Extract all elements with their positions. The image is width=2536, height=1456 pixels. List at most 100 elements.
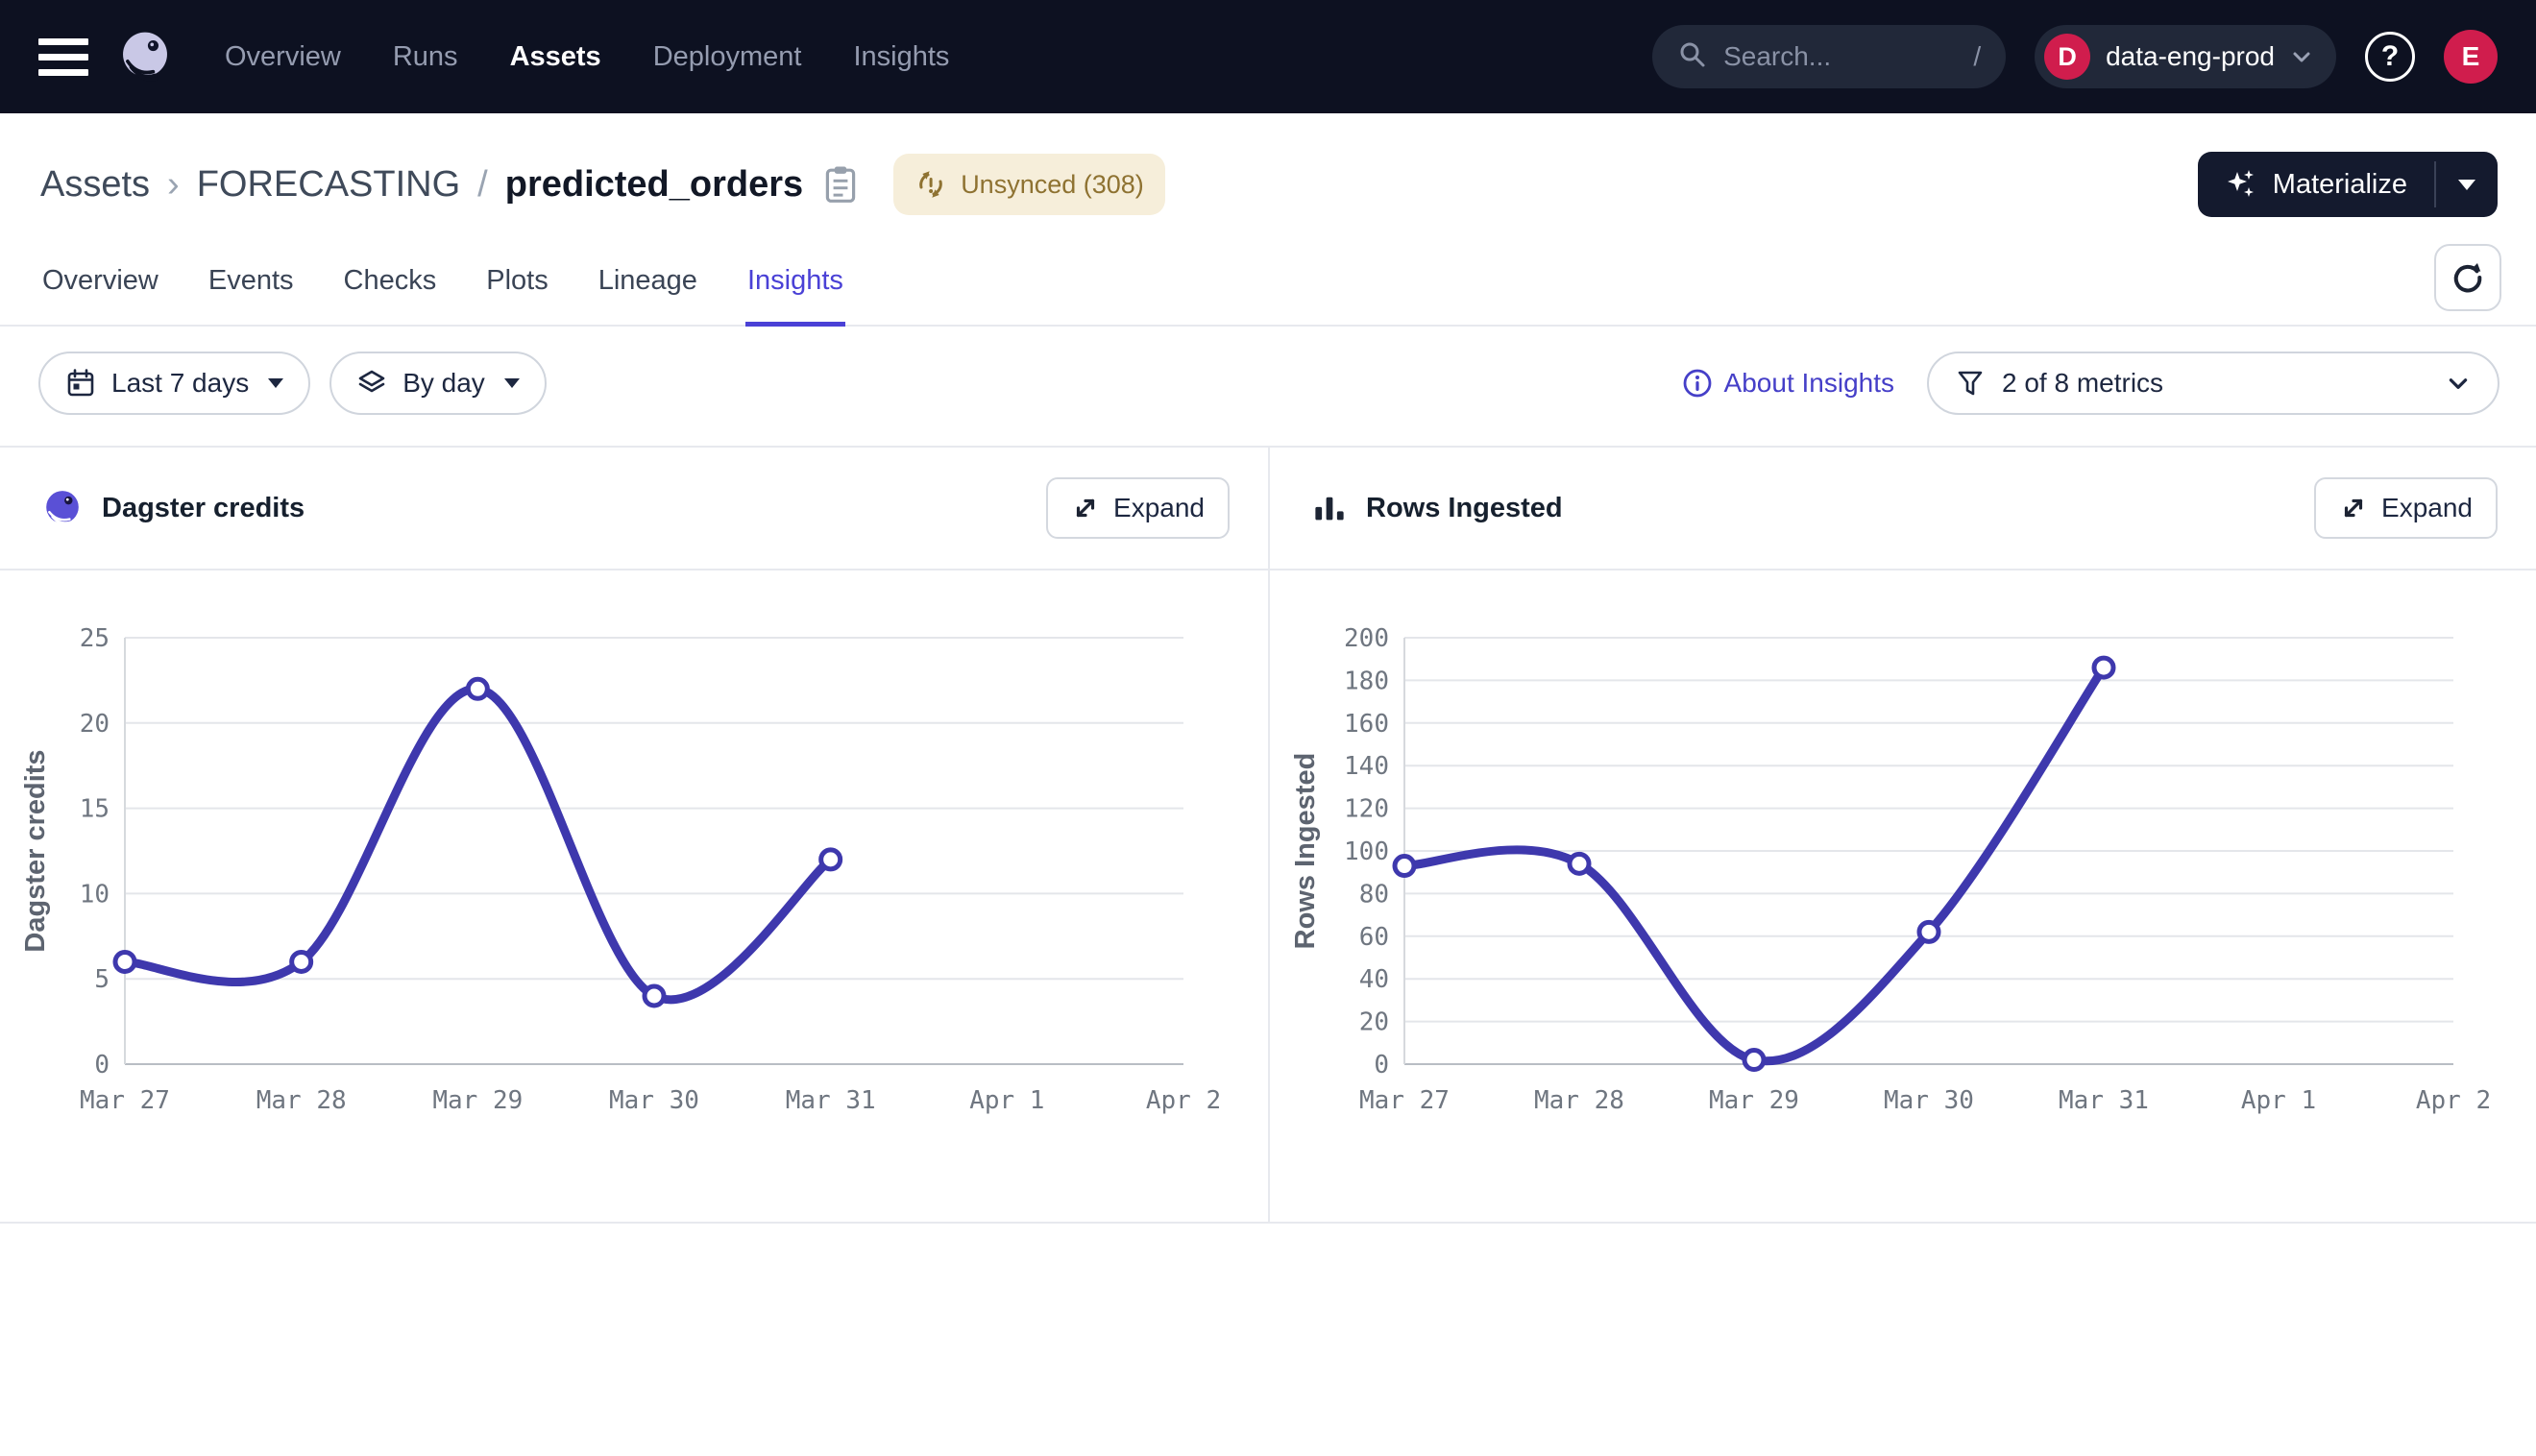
breadcrumb-slash: / <box>477 164 488 206</box>
data-point <box>468 679 487 698</box>
materialize-button[interactable]: Materialize <box>2198 152 2434 217</box>
insights-filter-row: Last 7 days By day About Insights 2 of 8… <box>0 327 2536 415</box>
date-range-label: Last 7 days <box>111 368 249 399</box>
nav-links: Overview Runs Assets Deployment Insights <box>225 41 949 73</box>
expand-icon <box>1071 494 1100 522</box>
nav-link-runs[interactable]: Runs <box>393 41 458 73</box>
tab-overview[interactable]: Overview <box>40 250 160 327</box>
y-tick-label: 100 <box>1344 837 1389 866</box>
series-line <box>1404 667 2104 1061</box>
info-icon <box>1682 368 1713 399</box>
tab-checks[interactable]: Checks <box>342 250 439 327</box>
user-avatar[interactable]: E <box>2444 30 2498 84</box>
date-range-filter[interactable]: Last 7 days <box>38 352 310 415</box>
nav-link-overview[interactable]: Overview <box>225 41 341 73</box>
tab-plots[interactable]: Plots <box>484 250 549 327</box>
tab-lineage[interactable]: Lineage <box>597 250 699 327</box>
refresh-icon <box>2450 259 2486 296</box>
materialize-split-button: Materialize <box>2198 152 2498 217</box>
y-tick-label: 120 <box>1344 795 1389 824</box>
sync-status-badge[interactable]: Unsynced (308) <box>893 154 1165 215</box>
top-nav: Overview Runs Assets Deployment Insights… <box>0 0 2536 113</box>
y-axis-title: Rows Ingested <box>1290 753 1321 950</box>
chevron-down-icon <box>2446 371 2471 396</box>
search-input[interactable]: Search... / <box>1652 25 2006 88</box>
nav-link-assets[interactable]: Assets <box>510 41 601 73</box>
chart-title: Rows Ingested <box>1366 493 1563 524</box>
search-shortcut-hint: / <box>1973 41 1981 72</box>
expand-label: Expand <box>2381 493 2473 523</box>
series-line <box>125 689 831 1000</box>
nav-link-deployment[interactable]: Deployment <box>653 41 802 73</box>
data-point <box>821 850 841 869</box>
deployment-name: data-eng-prod <box>2106 41 2275 72</box>
caret-down-icon <box>504 378 520 388</box>
dagster-credits-icon <box>42 488 83 528</box>
data-point <box>292 952 311 971</box>
materialize-options-button[interactable] <box>2436 152 2498 217</box>
y-tick-label: 0 <box>94 1051 110 1080</box>
chart-title: Dagster credits <box>102 493 305 524</box>
x-tick-label: Apr 1 <box>969 1086 1044 1115</box>
data-point <box>1744 1051 1764 1070</box>
x-tick-label: Mar 28 <box>1534 1086 1624 1115</box>
rows-ingested-line-chart: 020406080100120140160180200Mar 27Mar 28M… <box>1270 570 2536 1224</box>
deployment-initial-badge: D <box>2044 34 2090 80</box>
breadcrumb-chevron: › <box>167 164 180 206</box>
x-tick-label: Apr 1 <box>2241 1086 2316 1115</box>
x-tick-label: Mar 28 <box>256 1086 347 1115</box>
search-placeholder: Search... <box>1723 41 1958 72</box>
asset-name: predicted_orders <box>505 164 803 206</box>
x-tick-label: Mar 29 <box>432 1086 523 1115</box>
expand-button[interactable]: Expand <box>1046 477 1230 539</box>
metrics-select[interactable]: 2 of 8 metrics <box>1927 352 2499 415</box>
data-point <box>2094 658 2113 677</box>
tab-insights[interactable]: Insights <box>745 250 845 327</box>
sync-status-label: Unsynced (308) <box>961 170 1144 200</box>
copy-asset-name-button[interactable] <box>822 164 859 205</box>
avatar-initial: E <box>2462 41 2480 72</box>
x-tick-label: Apr 2 <box>1146 1086 1221 1115</box>
caret-down-icon <box>268 378 283 388</box>
layers-icon <box>356 368 387 399</box>
refresh-button[interactable] <box>2434 244 2501 311</box>
breadcrumb-assets-link[interactable]: Assets <box>40 164 150 206</box>
calendar-icon <box>65 368 96 399</box>
y-tick-label: 80 <box>1359 880 1389 909</box>
about-insights-link[interactable]: About Insights <box>1682 368 1894 399</box>
x-tick-label: Mar 30 <box>1884 1086 1974 1115</box>
clipboard-icon <box>822 164 859 205</box>
data-point <box>1919 922 1939 941</box>
sparkles-icon <box>2225 168 2257 201</box>
help-button[interactable]: ? <box>2365 32 2415 82</box>
data-point <box>645 986 664 1006</box>
y-tick-label: 140 <box>1344 752 1389 781</box>
expand-button[interactable]: Expand <box>2314 477 2498 539</box>
breadcrumb: Assets › FORECASTING / predicted_orders <box>40 164 803 206</box>
menu-button[interactable] <box>38 38 88 76</box>
y-tick-label: 5 <box>94 965 110 994</box>
nav-link-insights[interactable]: Insights <box>853 41 949 73</box>
data-point <box>1395 857 1414 876</box>
x-tick-label: Apr 2 <box>2416 1086 2491 1115</box>
chevron-down-icon <box>2290 45 2313 68</box>
breadcrumb-group-link[interactable]: FORECASTING <box>197 164 460 206</box>
y-axis-title: Dagster credits <box>20 749 51 952</box>
search-icon <box>1677 39 1708 75</box>
data-point <box>115 952 134 971</box>
asset-header-row: Assets › FORECASTING / predicted_orders … <box>0 113 2536 217</box>
bar-chart-icon <box>1312 491 1347 525</box>
granularity-label: By day <box>402 368 485 399</box>
dagster-credits-line-chart: 0510152025Mar 27Mar 28Mar 29Mar 30Mar 31… <box>0 570 1268 1224</box>
y-tick-label: 0 <box>1374 1051 1389 1080</box>
y-tick-label: 20 <box>80 710 110 739</box>
granularity-filter[interactable]: By day <box>329 352 547 415</box>
chart-panel-rows-ingested: Rows Ingested Expand 0204060801001201401… <box>1268 448 2536 1222</box>
materialize-label: Materialize <box>2273 169 2407 201</box>
asset-tabs-row: Overview Events Checks Plots Lineage Ins… <box>0 250 2536 327</box>
deployment-switcher[interactable]: D data-eng-prod <box>2035 25 2336 88</box>
question-icon: ? <box>2381 40 2399 73</box>
y-tick-label: 180 <box>1344 667 1389 695</box>
tab-events[interactable]: Events <box>207 250 296 327</box>
x-tick-label: Mar 31 <box>2059 1086 2149 1115</box>
